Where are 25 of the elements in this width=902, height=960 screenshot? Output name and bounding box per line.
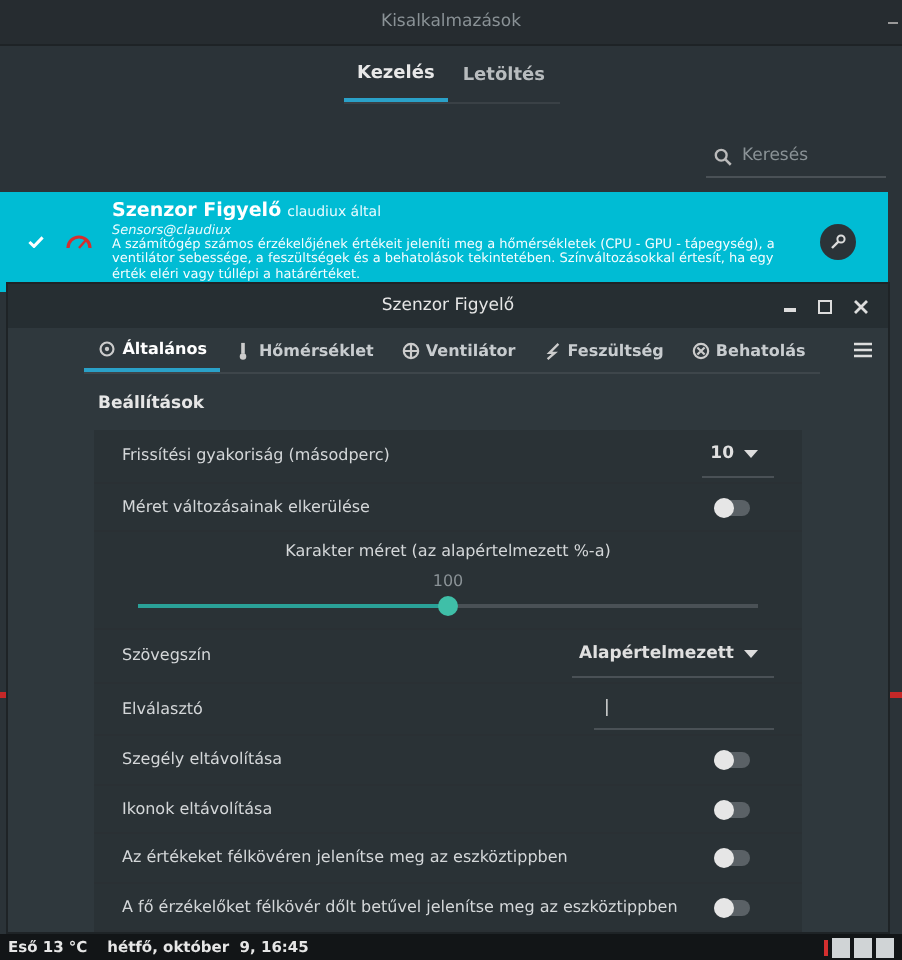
tab[interactable]: Ventilátor xyxy=(387,330,530,372)
tab[interactable]: Hőmérséklet xyxy=(220,330,388,372)
search-field[interactable]: Keresés xyxy=(742,144,874,170)
dropdown[interactable]: 10 xyxy=(702,433,774,478)
input-field[interactable]: | xyxy=(594,689,774,730)
setting-label: Méret változásainak elkerülése xyxy=(122,495,370,519)
tab[interactable]: Kezelés xyxy=(343,54,449,102)
dropdown[interactable]: Alapértelmezett xyxy=(571,634,774,679)
tab[interactable]: Általános xyxy=(84,330,221,372)
section-heading: Beállítások xyxy=(98,392,207,418)
applet-name: Szenzor Figyelő xyxy=(112,201,282,224)
setting-label: Ikonok eltávolítása xyxy=(122,797,273,821)
tab[interactable]: Feszültség xyxy=(529,330,678,372)
dialog-title: Szenzor Figyelő xyxy=(381,293,515,319)
slider-value: 100 xyxy=(432,572,464,593)
setting-label: Elválasztó xyxy=(122,697,203,722)
setting-label: Frissítési gyakoriság (másodperc) xyxy=(122,443,390,468)
window-title: Kisalkalmazások xyxy=(381,9,521,35)
setting-label: Karakter méret (az alapértelmezett %-a) xyxy=(285,540,611,565)
setting-label: A fő érzékelőket félkövér dőlt betűvel jelenítse meg az eszköztippben xyxy=(122,895,678,919)
setting-label: Az értékeket félkövéren jelenítse meg az eszköztippben xyxy=(122,846,568,870)
tab[interactable]: Letöltés xyxy=(448,54,559,102)
tab[interactable]: Behatolás xyxy=(677,330,820,372)
setting-label: Szövegszín xyxy=(122,644,212,669)
setting-label: Szegély eltávolítása xyxy=(122,748,283,772)
